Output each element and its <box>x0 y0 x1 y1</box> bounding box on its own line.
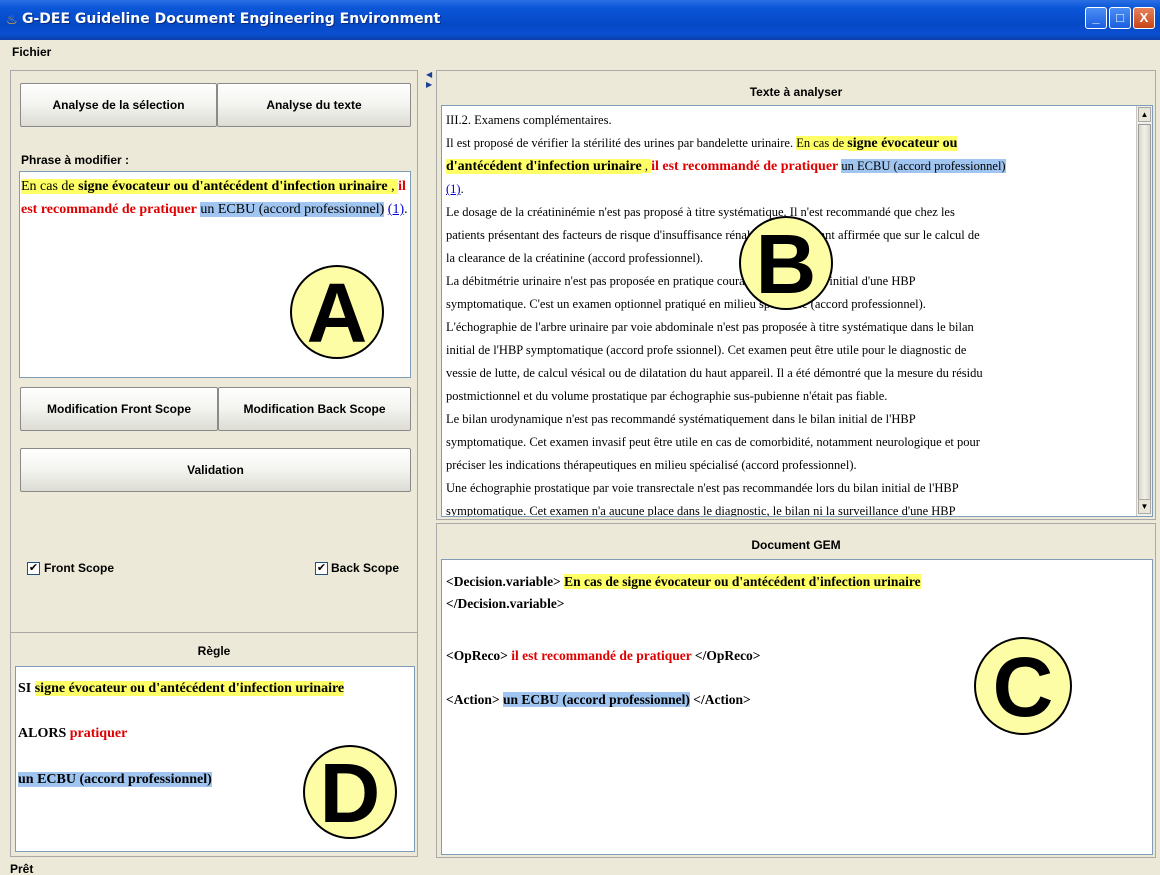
annotation-label-a: A <box>290 265 384 359</box>
text-highlight-condition: signe évocateur ou <box>847 136 958 151</box>
text-line: préciser les indications thérapeutiques … <box>446 458 857 472</box>
rule-si-keyword: SI <box>18 681 32 696</box>
text-area[interactable]: III.2. Examens complémentaires. Il est p… <box>441 105 1153 517</box>
text-line: Une échographie prostatique par voie tra… <box>446 481 959 495</box>
phrase-label: Phrase à modifier : <box>21 153 130 167</box>
scroll-down-arrow[interactable]: ▼ <box>1138 499 1151 514</box>
validation-button[interactable]: Validation <box>20 448 411 492</box>
text-reference-link[interactable]: (1) <box>446 182 461 196</box>
vertical-splitter[interactable]: ◀ ▶ <box>424 70 432 860</box>
text-panel-title: Texte à analyser <box>749 85 843 99</box>
menu-file[interactable]: Fichier <box>12 45 51 59</box>
text-line: symptomatique. Cet examen invasif peut ê… <box>446 435 980 449</box>
status-text: Prêt <box>10 862 34 875</box>
text-scrollbar[interactable]: ▲ ▼ <box>1136 106 1152 516</box>
maximize-button[interactable]: □ <box>1109 7 1131 29</box>
gem-opreco-close-tag: </OpReco> <box>694 648 761 663</box>
annotation-label-b: B <box>739 216 833 310</box>
menu-bar: Fichier <box>0 40 1160 64</box>
phrase-reference-link[interactable]: (1) <box>388 202 404 217</box>
java-app-icon: ♨ <box>6 12 18 27</box>
modify-back-scope-button[interactable]: Modification Back Scope <box>218 387 411 431</box>
rule-panel: Règle SI signe évocateur ou d'antécédent… <box>10 632 418 857</box>
rule-alors-keyword: ALORS <box>18 726 67 741</box>
text-recommendation: il est recommandé de pratiquer <box>651 159 839 174</box>
back-scope-label: Back Scope <box>331 561 400 575</box>
text-line: symptomatique. Cet examen n'a aucune pla… <box>446 504 956 517</box>
text-line: Le bilan urodynamique n'est pas recomman… <box>446 412 916 426</box>
annotation-label-d: D <box>303 745 397 839</box>
text-line: Il est proposé de vérifier la stérilité … <box>446 136 797 150</box>
text-panel: Texte à analyser III.2. Examens compléme… <box>436 70 1156 520</box>
scroll-up-arrow[interactable]: ▲ <box>1138 107 1151 122</box>
gem-opreco-text: il est recommandé de pratiquer <box>511 648 692 663</box>
front-scope-checkbox[interactable]: ✔ <box>27 562 40 575</box>
phrase-comma: , <box>387 179 399 194</box>
modify-front-scope-button[interactable]: Modification Front Scope <box>20 387 218 431</box>
text-action: un ECBU (accord professionnel) <box>841 159 1006 173</box>
text-highlight-condition-prefix: En cas de <box>796 136 848 150</box>
status-bar: Prêt <box>0 862 1160 875</box>
splitter-right-arrow[interactable]: ▶ <box>426 80 432 89</box>
gem-panel: Document GEM <Decision.variable> En cas … <box>436 523 1156 858</box>
phrase-condition-prefix: En cas de <box>21 179 79 194</box>
rule-alors-action: pratiquer <box>69 726 128 741</box>
analyze-text-button[interactable]: Analyse du texte <box>217 83 411 127</box>
rule-panel-title: Règle <box>197 644 231 658</box>
front-scope-label: Front Scope <box>44 561 115 575</box>
gem-decision-close-tag: </Decision.variable> <box>446 596 565 611</box>
text-line: III.2. Examens complémentaires. <box>446 113 612 127</box>
gem-action-close-tag: </Action> <box>693 692 751 707</box>
rule-action-text: un ECBU (accord professionnel) <box>18 772 212 787</box>
text-line: postmictionnel et du volume prostatique … <box>446 389 888 403</box>
text-highlight-condition-cont: d'antécédent d'infection urinaire <box>446 159 642 174</box>
gem-decision-text: En cas de signe évocateur ou d'antécéden… <box>564 574 921 589</box>
annotation-label-c: C <box>974 637 1072 735</box>
phrase-condition: signe évocateur ou d'antécédent d'infect… <box>78 179 388 194</box>
close-button[interactable]: X <box>1133 7 1155 29</box>
analyze-selection-button[interactable]: Analyse de la sélection <box>20 83 217 127</box>
gem-action-text: un ECBU (accord professionnel) <box>503 692 690 707</box>
phrase-panel: Analyse de la sélection Analyse du texte… <box>10 70 418 655</box>
text-line: initial de l'HBP symptomatique (accord p… <box>446 343 967 357</box>
text-line: vessie de lutte, de calcul vésical ou de… <box>446 366 983 380</box>
gem-decision-open-tag: <Decision.variable> <box>446 574 561 589</box>
scroll-thumb[interactable] <box>1138 124 1151 507</box>
gem-action-open-tag: <Action> <box>446 692 500 707</box>
back-scope-checkbox[interactable]: ✔ <box>315 562 328 575</box>
text-line: L'échographie de l'arbre urinaire par vo… <box>446 320 974 334</box>
phrase-action: un ECBU (accord professionnel) <box>200 202 385 217</box>
gem-panel-title: Document GEM <box>751 538 841 552</box>
rule-si-condition: signe évocateur ou d'antécédent d'infect… <box>34 681 345 696</box>
title-bar: ♨ G-DEE Guideline Document Engineering E… <box>0 0 1160 40</box>
splitter-left-arrow[interactable]: ◀ <box>426 70 432 79</box>
phrase-period: . <box>404 202 408 217</box>
window-title: G-DEE Guideline Document Engineering Env… <box>22 11 441 27</box>
gem-opreco-open-tag: <OpReco> <box>446 648 508 663</box>
text-comma: , <box>641 159 652 173</box>
text-period: . <box>460 182 464 196</box>
minimize-button[interactable]: _ <box>1085 7 1107 29</box>
